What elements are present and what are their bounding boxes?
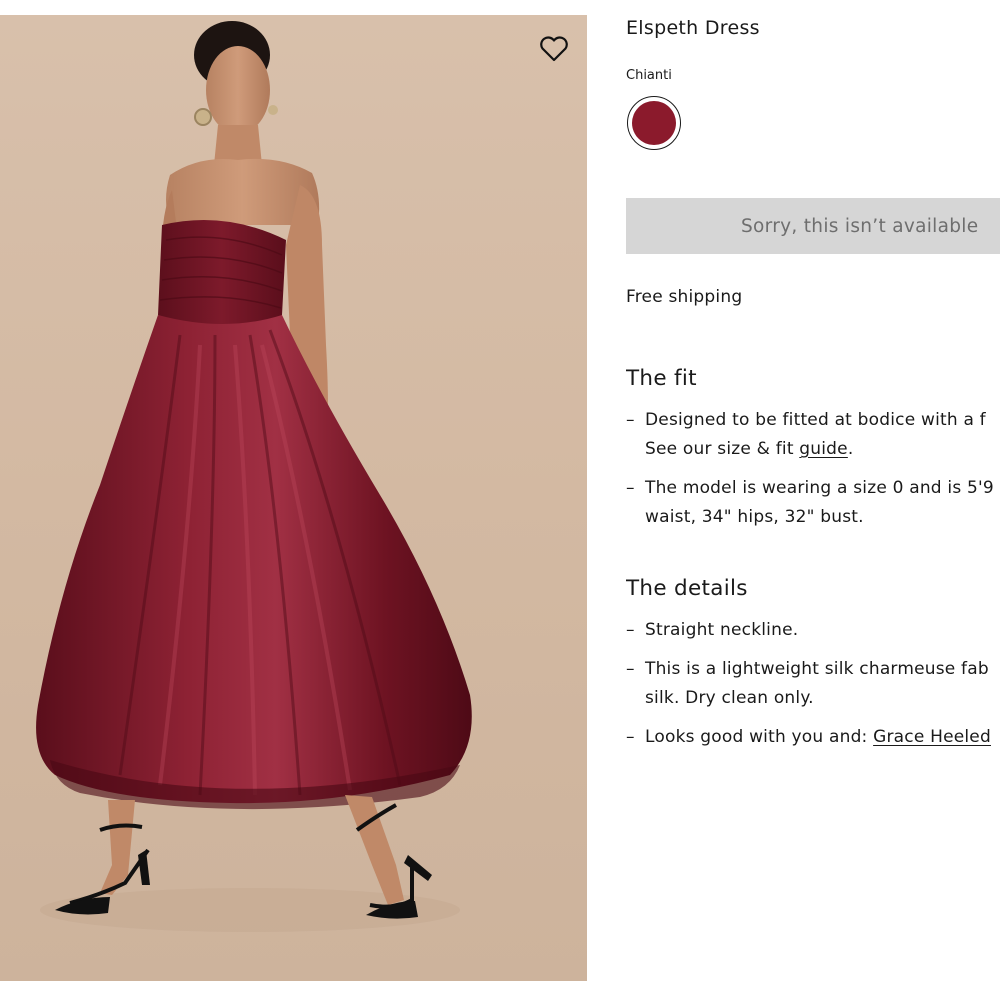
fit-guide-suffix: . (847, 439, 854, 459)
product-image[interactable] (0, 15, 587, 981)
list-item: – Straight neckline. (626, 616, 991, 645)
heart-icon (540, 36, 568, 62)
fit-bullet-1-line-2: See our size & fit guide. (645, 435, 994, 464)
product-page: Elspeth Dress Chianti Sorry, this isn’t … (0, 0, 1000, 1000)
swatch-fill (632, 101, 676, 145)
details-bullet-1: Straight neckline. (645, 620, 799, 640)
list-item: – The model is wearing a size 0 and is 5… (626, 474, 994, 532)
fit-heading: The fit (626, 366, 697, 391)
bullet-dash: – (626, 659, 635, 679)
bullet-dash: – (626, 620, 635, 640)
shipping-info: Free shipping (626, 287, 743, 307)
product-info: Elspeth Dress Chianti Sorry, this isn’t … (626, 0, 1000, 1000)
bullet-dash: – (626, 478, 635, 498)
fit-bullet-2-line-2: waist, 34" hips, 32" bust. (645, 507, 864, 527)
fit-bullet-2-line-1: The model is wearing a size 0 and is 5'9 (645, 478, 994, 498)
details-heading: The details (626, 576, 748, 601)
bullet-dash: – (626, 410, 635, 430)
fit-bullet-1-line-1: Designed to be fitted at bodice with a f (645, 410, 986, 430)
details-bullet-2-line-2: silk. Dry clean only. (645, 688, 814, 708)
details-bullet-2-line-1: This is a lightweight silk charmeuse fab (645, 659, 989, 679)
wishlist-button[interactable] (537, 34, 571, 64)
details-list: – Straight neckline. – This is a lightwe… (626, 616, 991, 762)
unavailable-button[interactable]: Sorry, this isn’t available (626, 198, 1000, 254)
bullet-dash: – (626, 727, 635, 747)
model-photo (36, 21, 472, 932)
list-item: – Looks good with you and: Grace Heeled (626, 723, 991, 752)
pairing-prefix: Looks good with you and: (645, 727, 874, 747)
fit-list: – Designed to be fitted at bodice with a… (626, 406, 994, 542)
color-label: Chianti (626, 68, 672, 83)
list-item: – Designed to be fitted at bodice with a… (626, 406, 994, 464)
list-item: – This is a lightweight silk charmeuse f… (626, 655, 991, 713)
color-swatch-chianti[interactable] (627, 96, 681, 150)
grace-heeled-link[interactable]: Grace Heeled (873, 727, 991, 747)
size-guide-link[interactable]: guide (799, 439, 848, 459)
details-bullet-3: Looks good with you and: Grace Heeled (645, 723, 991, 752)
product-title: Elspeth Dress (626, 17, 760, 39)
fit-guide-prefix: See our size & fit (645, 439, 800, 459)
